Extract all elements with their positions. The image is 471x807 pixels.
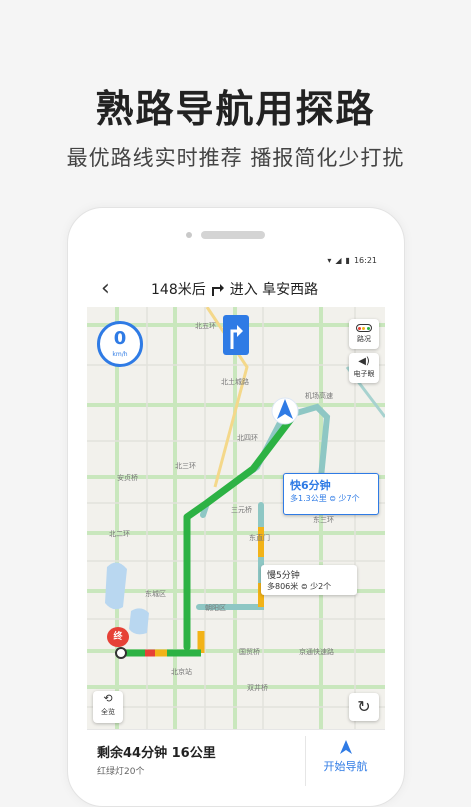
navigation-arrow-icon xyxy=(339,740,352,754)
promo-subline: 最优路线实时推荐 播报简化少打扰 xyxy=(66,146,405,170)
map-label: 东三环 xyxy=(313,516,334,524)
map-label: 三元桥 xyxy=(231,506,252,514)
start-navigation-button[interactable]: 开始导航 xyxy=(306,730,385,791)
traffic-light-icon xyxy=(356,324,372,332)
map-label: 北三环 xyxy=(175,462,196,470)
map-label: 北二环 xyxy=(109,530,130,538)
signal-icon: ◢ xyxy=(335,255,342,265)
map-label: 北四环 xyxy=(237,434,258,442)
turn-right-icon xyxy=(211,284,224,296)
map-view[interactable]: 北五环 北四环 北土城路 安贞桥 北三环 三元桥 北二环 东城区 朝阳区 东直门… xyxy=(87,307,385,729)
traffic-light-icon: ⊜ xyxy=(300,582,308,591)
phone-screen: ▾ ◢ ▮ 16:21 ‹ 148米后 进入 阜安西路 北五环 北四环 北土城路… xyxy=(87,251,385,791)
speaker-icon: ◀) xyxy=(358,356,370,367)
refresh-button[interactable]: ↻ xyxy=(349,693,379,721)
speaker-grille xyxy=(201,231,265,239)
wifi-icon: ▾ xyxy=(327,255,332,265)
map-label: 京通快速路 xyxy=(299,648,334,656)
destination-label: 终 xyxy=(107,627,129,647)
overview-button[interactable]: ⟲ 全览 xyxy=(93,691,123,723)
route-overview-icon: ⟲ xyxy=(103,692,113,705)
remaining-time-distance: 剩余44分钟 16公里 xyxy=(97,746,216,761)
back-button[interactable]: ‹ xyxy=(101,277,123,303)
turn-right-sign-icon xyxy=(230,325,243,349)
slow-route-title: 慢5分钟 xyxy=(267,571,300,581)
route-summary-panel: 剩余44分钟 16公里 红绿灯20个 开始导航 xyxy=(87,729,385,791)
refresh-icon: ↻ xyxy=(357,697,371,716)
camera-label: 电子眼 xyxy=(353,370,375,378)
map-label: 北五环 xyxy=(195,322,216,330)
status-time: 16:21 xyxy=(353,255,377,265)
traffic-light-count: 红绿灯20个 xyxy=(97,767,145,777)
battery-icon: ▮ xyxy=(345,255,350,265)
map-label: 安贞桥 xyxy=(117,474,138,482)
map-label: 东直门 xyxy=(249,534,270,542)
direction-sign xyxy=(223,315,249,355)
map-label: 北土城路 xyxy=(221,378,249,386)
map-label: 机场高速 xyxy=(305,392,333,400)
map-label: 国贸桥 xyxy=(239,648,260,656)
turn-instruction: 148米后 进入 阜安西路 xyxy=(151,279,318,299)
promo-headline: 熟路导航用探路 xyxy=(95,87,376,131)
map-label: 东城区 xyxy=(145,590,166,598)
speedometer: 0 km/h xyxy=(97,321,143,367)
traffic-label: 路况 xyxy=(357,335,371,343)
map-canvas xyxy=(87,307,385,729)
fast-route-title: 快6分钟 xyxy=(290,479,331,492)
destination-marker[interactable]: 终 xyxy=(103,627,133,657)
fast-route-distance: 多1.3公里 xyxy=(290,494,327,503)
map-label: 双井桥 xyxy=(247,684,268,692)
status-bar: ▾ ◢ ▮ 16:21 xyxy=(87,251,385,269)
traffic-toggle-button[interactable]: 路况 xyxy=(349,319,379,349)
map-label: 北京站 xyxy=(171,668,192,676)
slow-route-distance: 多806米 xyxy=(267,582,299,591)
speed-unit: km/h xyxy=(112,351,128,358)
speed-value: 0 xyxy=(113,328,127,349)
camera-dot xyxy=(186,232,192,238)
map-label: 朝阳区 xyxy=(205,604,226,612)
start-navigation-label: 开始导航 xyxy=(323,760,368,773)
fast-route-callout[interactable]: 快6分钟 多1.3公里 ⊜ 少7个 xyxy=(283,473,379,515)
turn-road: 进入 阜安西路 xyxy=(229,282,319,298)
traffic-light-icon: ⊜ xyxy=(329,494,336,503)
camera-toggle-button[interactable]: ◀) 电子眼 xyxy=(349,353,379,383)
navigation-header: ‹ 148米后 进入 阜安西路 xyxy=(87,273,385,307)
turn-distance: 148米后 xyxy=(151,282,206,298)
fast-route-lights: 少7个 xyxy=(338,494,360,503)
slow-route-callout[interactable]: 慢5分钟 多806米 ⊜ 少2个 xyxy=(261,565,357,595)
overview-label: 全览 xyxy=(101,708,115,716)
slow-route-lights: 少2个 xyxy=(310,582,332,591)
